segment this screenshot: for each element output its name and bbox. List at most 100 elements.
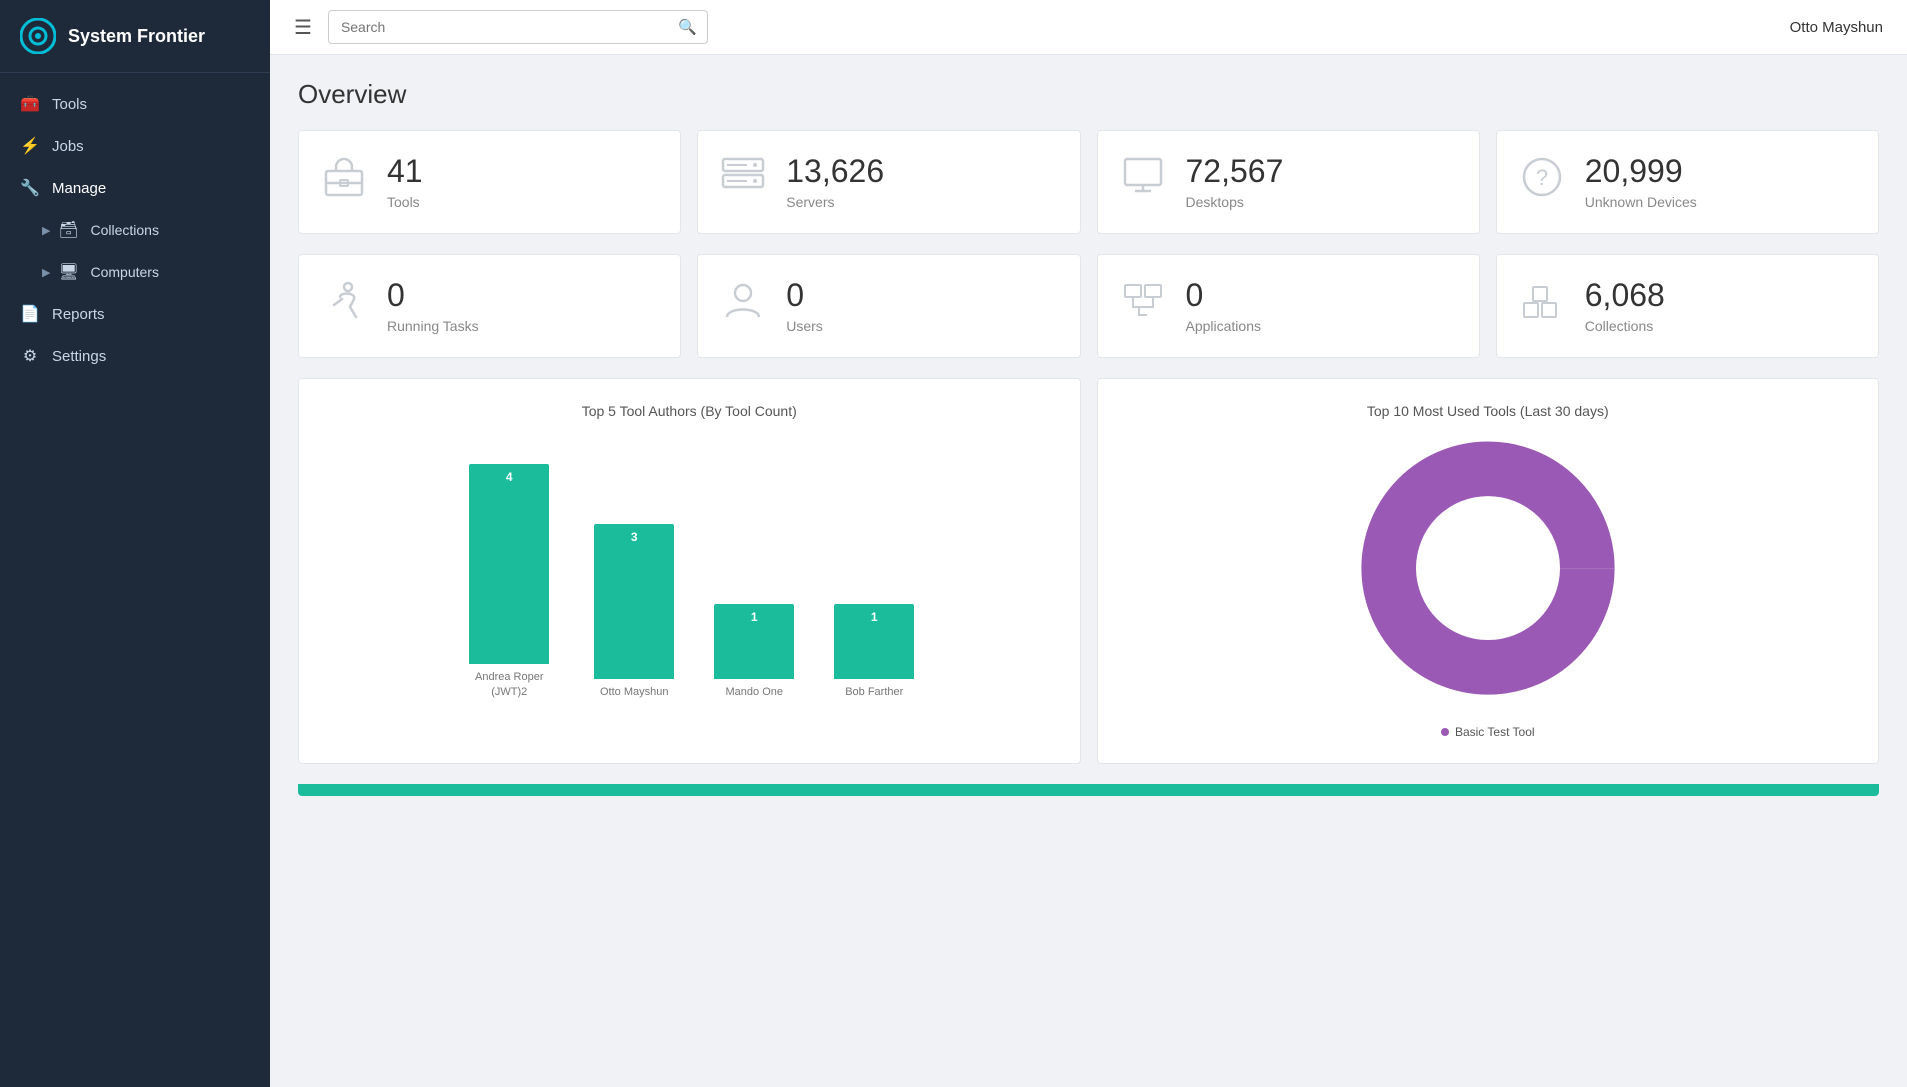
stat-card-collections[interactable]: 6,068 Collections	[1496, 254, 1879, 358]
sidebar-item-collections-label: Collections	[90, 222, 158, 238]
app-name: System Frontier	[68, 26, 205, 47]
bar-col-0: 4 Andrea Roper (JWT)2	[464, 464, 554, 699]
search-button[interactable]: 🔍	[668, 11, 707, 43]
tools-count: 41	[387, 154, 423, 189]
main-content: ☰ 🔍 Otto Mayshun Overview	[270, 0, 1907, 1087]
bottom-strip	[298, 784, 1879, 796]
sidebar-item-jobs[interactable]: ⚡ Jobs	[0, 125, 270, 167]
legend-label: Basic Test Tool	[1455, 725, 1535, 739]
sidebar-nav: 🧰 Tools ⚡ Jobs 🔧 Manage ▶ 🗃 Collections …	[0, 73, 270, 387]
sidebar-item-computers-label: Computers	[90, 264, 158, 280]
sidebar-item-tools-label: Tools	[52, 96, 87, 113]
user-icon	[718, 277, 768, 335]
svg-text:?: ?	[1536, 165, 1548, 190]
app-logo[interactable]: System Frontier	[0, 0, 270, 73]
stat-info-collections: 6,068 Collections	[1585, 278, 1665, 333]
stat-card-applications[interactable]: 0 Applications	[1097, 254, 1480, 358]
bar-col-3: 1 Bob Farther	[834, 604, 914, 699]
sidebar-item-settings-label: Settings	[52, 348, 106, 365]
sidebar-item-manage-label: Manage	[52, 180, 106, 197]
servers-count: 13,626	[786, 154, 884, 189]
bar-3: 1	[834, 604, 914, 679]
bar-value-2: 1	[751, 610, 758, 624]
servers-label: Servers	[786, 194, 884, 210]
stat-info-unknown: 20,999 Unknown Devices	[1585, 154, 1697, 209]
header-user: Otto Mayshun	[1790, 19, 1883, 36]
search-input[interactable]	[329, 12, 668, 42]
charts-row: Top 5 Tool Authors (By Tool Count) 4 And…	[298, 378, 1879, 764]
reports-icon: 📄	[20, 304, 40, 324]
tools-label: Tools	[387, 194, 423, 210]
stat-card-servers[interactable]: 13,626 Servers	[697, 130, 1080, 234]
header: ☰ 🔍 Otto Mayshun	[270, 0, 1907, 55]
page-content: Overview 41 Tools	[270, 55, 1907, 820]
stats-grid: 41 Tools 13,626	[298, 130, 1879, 234]
bar-label-0: Andrea Roper (JWT)2	[464, 670, 554, 699]
question-icon: ?	[1517, 153, 1567, 211]
sidebar-item-tools[interactable]: 🧰 Tools	[0, 83, 270, 125]
apps-icon	[1118, 277, 1168, 335]
applications-count: 0	[1186, 278, 1262, 313]
stat-card-tools[interactable]: 41 Tools	[298, 130, 681, 234]
chevron-right-icon: ▶	[42, 224, 50, 237]
bar-chart-card: Top 5 Tool Authors (By Tool Count) 4 And…	[298, 378, 1081, 764]
donut-legend: Basic Test Tool	[1441, 725, 1535, 739]
bar-col-2: 1 Mando One	[714, 604, 794, 699]
sidebar-item-manage[interactable]: 🔧 Manage	[0, 167, 270, 209]
bar-chart-area: 4 Andrea Roper (JWT)2 3 Otto Mayshun 1	[319, 439, 1060, 699]
bar-value-3: 1	[871, 610, 878, 624]
desktops-count: 72,567	[1186, 154, 1284, 189]
stat-info-desktops: 72,567 Desktops	[1186, 154, 1284, 209]
settings-icon: ⚙	[20, 346, 40, 366]
computers-icon: 🖥	[58, 262, 78, 282]
chevron-right-icon2: ▶	[42, 266, 50, 279]
legend-dot	[1441, 728, 1449, 736]
bar-1: 3	[594, 524, 674, 679]
sidebar-item-computers[interactable]: ▶ 🖥 Computers	[0, 251, 270, 293]
unknown-label: Unknown Devices	[1585, 194, 1697, 210]
bar-0: 4	[469, 464, 549, 664]
stat-info-users: 0 Users	[786, 278, 823, 333]
sidebar-item-collections[interactable]: ▶ 🗃 Collections	[0, 209, 270, 251]
bar-col-1: 3 Otto Mayshun	[594, 524, 674, 699]
bar-label-1: Otto Mayshun	[600, 685, 668, 699]
toolbox-icon	[319, 153, 369, 211]
jobs-icon: ⚡	[20, 136, 40, 156]
collections-count: 6,068	[1585, 278, 1665, 313]
search-icon: 🔍	[678, 19, 697, 36]
collections-label: Collections	[1585, 318, 1665, 334]
users-label: Users	[786, 318, 823, 334]
stats-grid-row2: 0 Running Tasks 0 Users	[298, 254, 1879, 358]
bar-label-3: Bob Farther	[845, 685, 903, 699]
stat-info-tools: 41 Tools	[387, 154, 423, 209]
sidebar-item-reports-label: Reports	[52, 306, 105, 323]
donut-chart-card: Top 10 Most Used Tools (Last 30 days) Ba…	[1097, 378, 1880, 764]
bar-value-1: 3	[631, 530, 638, 544]
unknown-count: 20,999	[1585, 154, 1697, 189]
applications-label: Applications	[1186, 318, 1262, 334]
stat-card-users[interactable]: 0 Users	[697, 254, 1080, 358]
donut-chart-title: Top 10 Most Used Tools (Last 30 days)	[1118, 403, 1859, 419]
stat-info-running-tasks: 0 Running Tasks	[387, 278, 479, 333]
sidebar: System Frontier 🧰 Tools ⚡ Jobs 🔧 Manage …	[0, 0, 270, 1087]
hamburger-icon[interactable]: ☰	[294, 15, 312, 40]
bar-chart-title: Top 5 Tool Authors (By Tool Count)	[319, 403, 1060, 419]
bar-value-0: 4	[506, 470, 513, 484]
running-icon	[319, 277, 369, 335]
stat-info-applications: 0 Applications	[1186, 278, 1262, 333]
server-icon	[718, 155, 768, 209]
running-tasks-count: 0	[387, 278, 479, 313]
tools-icon: 🧰	[20, 94, 40, 114]
sidebar-item-jobs-label: Jobs	[52, 138, 84, 155]
bar-label-2: Mando One	[726, 685, 783, 699]
users-count: 0	[786, 278, 823, 313]
donut-area: Basic Test Tool	[1118, 439, 1859, 739]
stat-card-running-tasks[interactable]: 0 Running Tasks	[298, 254, 681, 358]
page-title: Overview	[298, 79, 1879, 110]
stat-card-desktops[interactable]: 72,567 Desktops	[1097, 130, 1480, 234]
manage-icon: 🔧	[20, 178, 40, 198]
sidebar-item-settings[interactable]: ⚙ Settings	[0, 335, 270, 377]
donut-svg	[1348, 439, 1628, 717]
stat-card-unknown[interactable]: ? 20,999 Unknown Devices	[1496, 130, 1879, 234]
sidebar-item-reports[interactable]: 📄 Reports	[0, 293, 270, 335]
